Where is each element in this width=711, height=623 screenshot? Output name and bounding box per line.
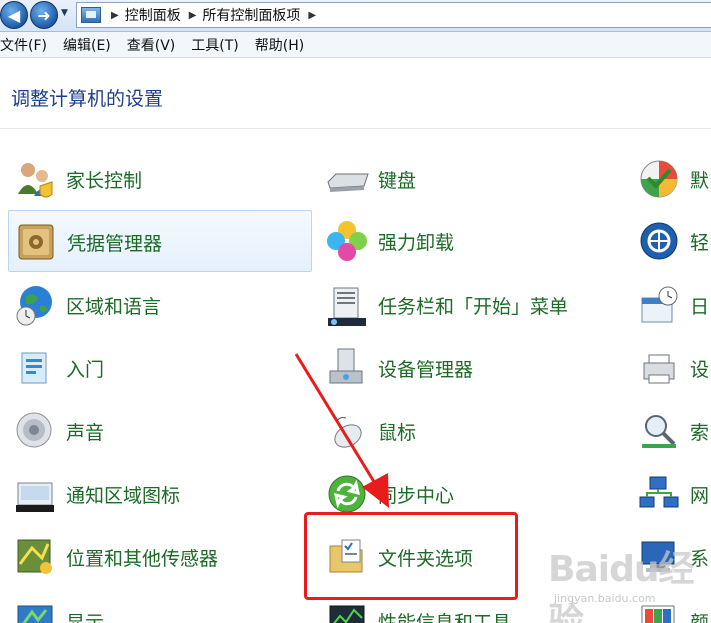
annotation-arrow-icon: [294, 353, 389, 508]
watermark: Baidu经验 jingyan.baidu.com: [548, 540, 708, 623]
watermark-url: jingyan.baidu.com: [554, 592, 656, 605]
watermark-title: Baidu经验: [548, 549, 694, 623]
